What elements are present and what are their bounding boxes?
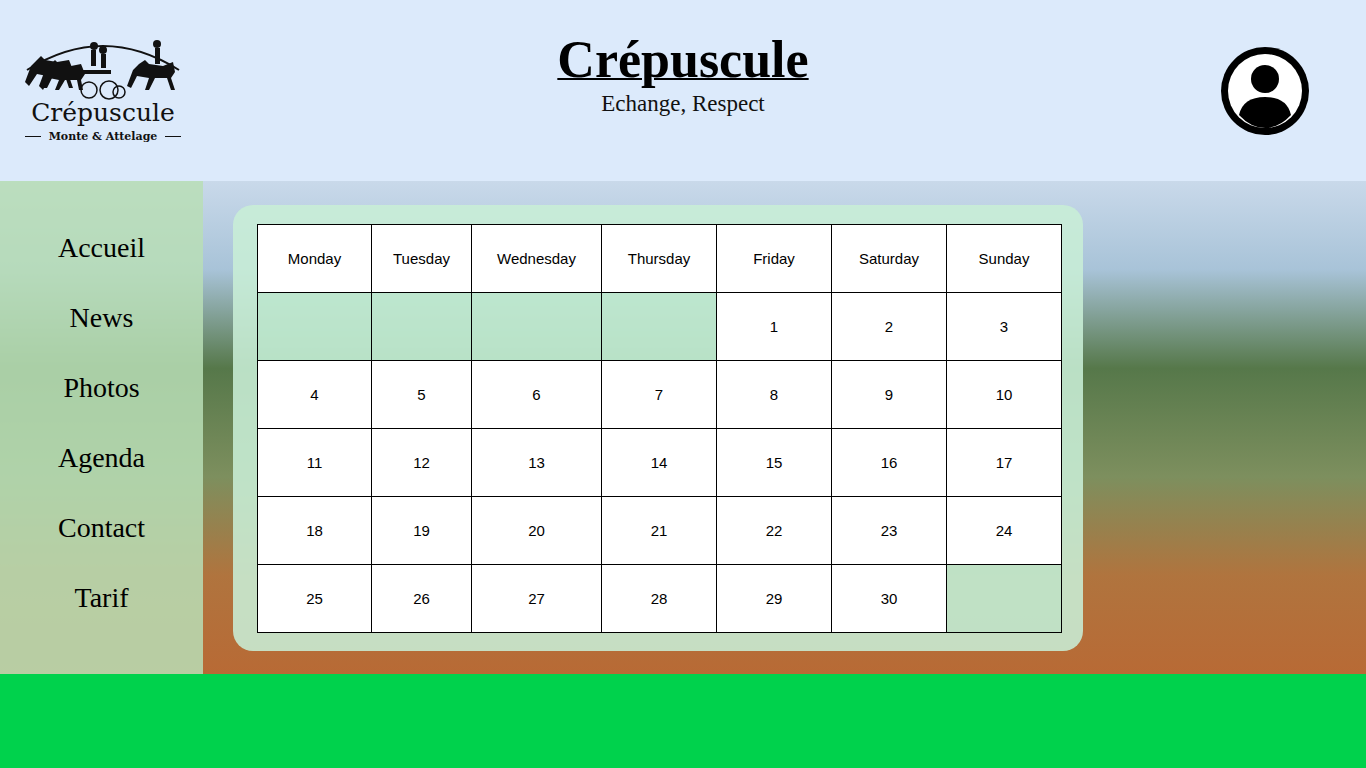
calendar-day[interactable]: 27 xyxy=(472,565,602,633)
sidebar-item[interactable]: Tarif xyxy=(74,581,128,615)
calendar-day[interactable]: 11 xyxy=(258,429,372,497)
calendar-day[interactable]: 24 xyxy=(947,497,1062,565)
sidebar-item[interactable]: Accueil xyxy=(58,231,145,265)
weekday-header: Tuesday xyxy=(372,225,472,293)
calendar-day[interactable]: 9 xyxy=(832,361,947,429)
calendar-week: 252627282930 xyxy=(258,565,1062,633)
calendar-day[interactable]: 15 xyxy=(717,429,832,497)
avatar-area xyxy=(809,0,1366,135)
weekday-header: Wednesday xyxy=(472,225,602,293)
site-title: Crépuscule xyxy=(557,30,808,90)
calendar-week: 18192021222324 xyxy=(258,497,1062,565)
logo-name: Crépuscule xyxy=(31,98,175,128)
calendar-day[interactable]: 2 xyxy=(832,293,947,361)
footer xyxy=(0,674,1366,768)
calendar-day[interactable]: 5 xyxy=(372,361,472,429)
calendar-day xyxy=(947,565,1062,633)
logo-tagline: Monte & Attelage xyxy=(25,130,182,143)
title-block: CrépusculeEchange, Respect xyxy=(557,0,808,118)
header: CrépusculeMonte & AttelageCrépusculeEcha… xyxy=(0,0,1366,181)
calendar-day[interactable]: 25 xyxy=(258,565,372,633)
calendar-day[interactable]: 13 xyxy=(472,429,602,497)
weekday-header: Monday xyxy=(258,225,372,293)
calendar-body: 1234567891011121314151617181920212223242… xyxy=(258,293,1062,633)
weekday-header: Friday xyxy=(717,225,832,293)
page: CrépusculeMonte & AttelageCrépusculeEcha… xyxy=(0,0,1366,768)
carriage-logo-icon xyxy=(17,30,189,102)
sidebar: Accueil News Photos Agenda Contact Tarif xyxy=(0,181,203,674)
calendar-day[interactable]: 17 xyxy=(947,429,1062,497)
calendar-day[interactable]: 3 xyxy=(947,293,1062,361)
calendar-head: MondayTuesdayWednesdayThursdayFridaySatu… xyxy=(258,225,1062,293)
calendar-day[interactable]: 8 xyxy=(717,361,832,429)
sidebar-item[interactable]: Contact xyxy=(58,511,145,545)
calendar-day[interactable]: 29 xyxy=(717,565,832,633)
sidebar-item[interactable]: News xyxy=(70,301,134,335)
sidebar-item[interactable]: Photos xyxy=(63,371,139,405)
calendar-day[interactable]: 12 xyxy=(372,429,472,497)
calendar-week: 45678910 xyxy=(258,361,1062,429)
calendar-header-row: MondayTuesdayWednesdayThursdayFridaySatu… xyxy=(258,225,1062,293)
calendar-day[interactable]: 16 xyxy=(832,429,947,497)
calendar-day[interactable]: 22 xyxy=(717,497,832,565)
sidebar-item[interactable]: Agenda xyxy=(58,441,145,475)
calendar-day[interactable]: 10 xyxy=(947,361,1062,429)
calendar-day[interactable]: 23 xyxy=(832,497,947,565)
calendar-day[interactable]: 28 xyxy=(602,565,717,633)
calendar-day[interactable]: 26 xyxy=(372,565,472,633)
content: MondayTuesdayWednesdayThursdayFridaySatu… xyxy=(203,181,1083,674)
calendar-day[interactable]: 6 xyxy=(472,361,602,429)
calendar-day[interactable]: 7 xyxy=(602,361,717,429)
calendar-day[interactable]: 4 xyxy=(258,361,372,429)
site-subtitle: Echange, Respect xyxy=(601,90,764,118)
calendar-week: 123 xyxy=(258,293,1062,361)
calendar-day xyxy=(372,293,472,361)
calendar-table: MondayTuesdayWednesdayThursdayFridaySatu… xyxy=(257,224,1062,633)
calendar-day xyxy=(258,293,372,361)
calendar-week: 11121314151617 xyxy=(258,429,1062,497)
user-avatar-icon[interactable] xyxy=(1221,47,1309,135)
calendar-day xyxy=(602,293,717,361)
calendar-day[interactable]: 1 xyxy=(717,293,832,361)
calendar-day[interactable]: 14 xyxy=(602,429,717,497)
logo[interactable]: Crépuscule Monte & Attelage xyxy=(0,0,190,143)
calendar-day[interactable]: 21 xyxy=(602,497,717,565)
main-area: Accueil News Photos Agenda Contact Tarif Monda… xyxy=(0,181,1366,674)
calendar-panel: MondayTuesdayWednesdayThursdayFridaySatu… xyxy=(233,205,1083,651)
calendar-day[interactable]: 19 xyxy=(372,497,472,565)
calendar-day xyxy=(472,293,602,361)
calendar-day[interactable]: 20 xyxy=(472,497,602,565)
weekday-header: Thursday xyxy=(602,225,717,293)
weekday-header: Sunday xyxy=(947,225,1062,293)
calendar-day[interactable]: 18 xyxy=(258,497,372,565)
weekday-header: Saturday xyxy=(832,225,947,293)
calendar-day[interactable]: 30 xyxy=(832,565,947,633)
